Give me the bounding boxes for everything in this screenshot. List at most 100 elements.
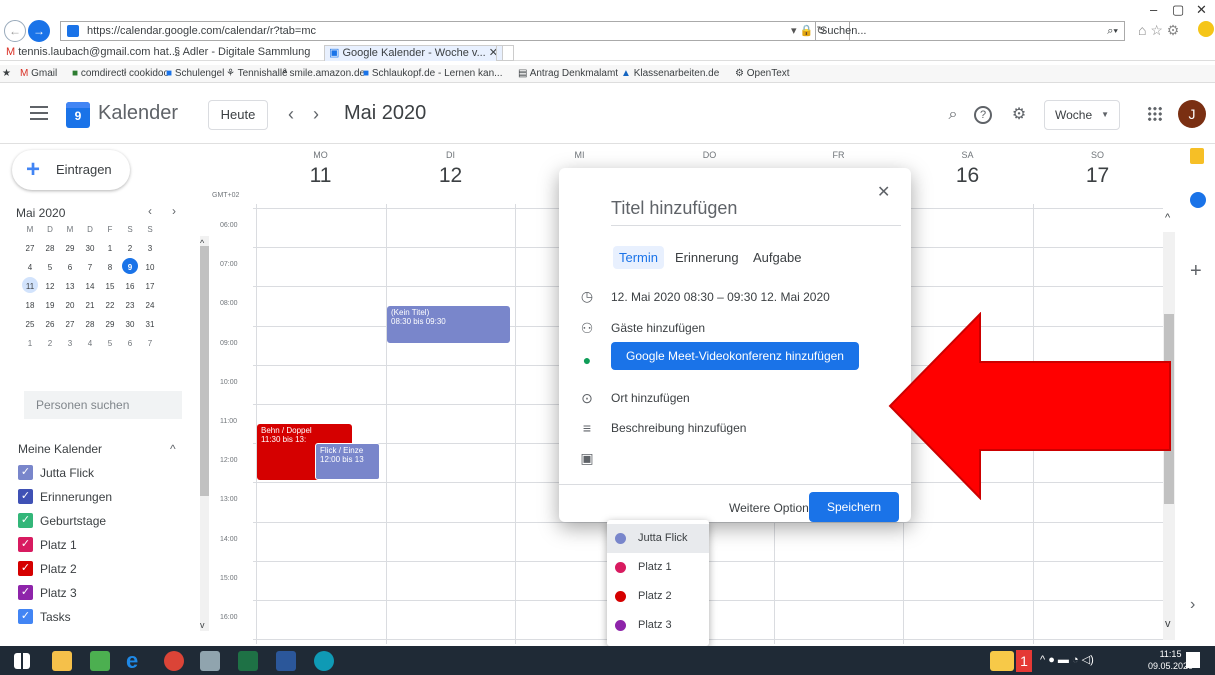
expand-panel-icon[interactable]: ›	[1190, 596, 1195, 614]
mini-next-icon[interactable]: ›	[172, 204, 176, 218]
calendar-list-item[interactable]: ✓ Geburtstage	[18, 512, 106, 530]
fav-comdirect[interactable]: ■ comdirect	[72, 65, 124, 83]
browser-search-input[interactable]: Suchen... ⌕▾	[815, 21, 1125, 41]
save-button[interactable]: Speichern	[809, 492, 899, 522]
mini-day[interactable]: 7	[140, 339, 160, 348]
add-description-field[interactable]: Beschreibung hinzufügen	[611, 421, 746, 435]
scroll-up-icon[interactable]: ^	[1165, 212, 1170, 224]
mini-day[interactable]: 16	[120, 282, 140, 291]
calendar-list-item[interactable]: ✓ Erinnerungen	[18, 488, 112, 506]
fav-schlaukopf[interactable]: ■ Schlaukopf.de - Lernen kan...	[363, 65, 502, 83]
mini-day[interactable]: 6	[120, 339, 140, 348]
notification-count[interactable]: 1	[1016, 650, 1032, 672]
tab-adler[interactable]: § Adler - Digitale Sammlung	[170, 45, 314, 61]
calendar-list-item[interactable]: ✓ Platz 1	[18, 536, 77, 554]
mini-day[interactable]: 29	[100, 320, 120, 329]
tray-icons[interactable]: ^ ● ▬ ◔ ◁)	[1040, 653, 1094, 666]
mini-day[interactable]: 12	[40, 282, 60, 291]
mini-day[interactable]: 22	[100, 301, 120, 310]
mini-day[interactable]: 30	[120, 320, 140, 329]
mini-day[interactable]: 2	[120, 244, 140, 253]
tab-erinnerung[interactable]: Erinnerung	[669, 246, 745, 269]
settings-gear-icon[interactable]: ⚙	[1008, 104, 1030, 126]
mini-day[interactable]: 19	[40, 301, 60, 310]
keep-icon[interactable]	[1190, 148, 1204, 164]
search-icon[interactable]: ⌕	[942, 104, 964, 126]
checkbox-checked-icon[interactable]: ✓	[18, 609, 33, 624]
add-addon-icon[interactable]: +	[1190, 260, 1202, 283]
scroll-down-icon[interactable]: v	[1165, 618, 1171, 630]
mini-day[interactable]: 1	[100, 244, 120, 253]
calendar-list-item[interactable]: ✓ Platz 3	[18, 584, 77, 602]
tab-google-calendar[interactable]: ▣ Google Kalender - Woche v... ✕	[324, 45, 504, 61]
chevron-up-icon[interactable]: ^	[170, 442, 176, 456]
main-menu-icon[interactable]	[30, 106, 48, 120]
tasks-icon[interactable]	[1190, 192, 1206, 208]
mini-day[interactable]: 20	[60, 301, 80, 310]
smiley-icon[interactable]	[1198, 21, 1214, 37]
mini-day[interactable]: 8	[100, 263, 120, 272]
checkbox-checked-icon[interactable]: ✓	[18, 513, 33, 528]
word-icon[interactable]	[276, 651, 296, 671]
tab-aufgabe[interactable]: Aufgabe	[747, 246, 807, 269]
day-number[interactable]: 17	[1068, 164, 1128, 188]
event-datetime[interactable]: 12. Mai 2020 08:30 – 09:30 12. Mai 2020	[611, 290, 830, 304]
forward-icon[interactable]: →	[28, 20, 50, 42]
mini-day[interactable]: 6	[60, 263, 80, 272]
taskbar-clock[interactable]: 11:15 09.05.2020	[1148, 648, 1193, 672]
mini-day[interactable]: 27	[60, 320, 80, 329]
mini-day[interactable]: 3	[140, 244, 160, 253]
checkbox-checked-icon[interactable]: ✓	[18, 537, 33, 552]
checkbox-checked-icon[interactable]: ✓	[18, 561, 33, 576]
app-green-icon[interactable]	[90, 651, 110, 671]
fav-gmail[interactable]: M Gmail	[20, 65, 57, 83]
fav-opentext[interactable]: ⚙ OpenText	[735, 65, 790, 83]
mail-icon[interactable]	[990, 651, 1014, 671]
mini-day[interactable]: 13	[60, 282, 80, 291]
scroll-up-icon[interactable]: ^	[200, 238, 204, 248]
mini-day[interactable]: 1	[20, 339, 40, 348]
create-button[interactable]: + Eintragen	[12, 150, 130, 190]
app-snip-icon[interactable]	[200, 651, 220, 671]
tab-gmail[interactable]: M tennis.laubach@gmail.com hat...	[2, 45, 182, 61]
mini-day[interactable]: 15	[100, 282, 120, 291]
close-window-button[interactable]: ✕	[1196, 2, 1207, 18]
mini-day[interactable]: 14	[80, 282, 100, 291]
mini-day[interactable]: 5	[40, 263, 60, 272]
start-windows-icon[interactable]	[14, 653, 30, 669]
people-search-input[interactable]: Personen suchen	[24, 391, 182, 419]
calendar-event[interactable]: Flick / Einze 12:00 bis 13	[315, 443, 380, 481]
fav-antrag[interactable]: ▤ Antrag Denkmalamt	[518, 65, 618, 83]
next-week-icon[interactable]: ›	[313, 104, 319, 125]
mini-day[interactable]: 3	[60, 339, 80, 348]
calendar-list-item[interactable]: ✓ Tasks	[18, 608, 71, 626]
meet-button[interactable]: Google Meet-Videokonferenz hinzufügen	[611, 342, 859, 370]
back-icon[interactable]: ←	[4, 20, 26, 42]
mini-day[interactable]: 7	[80, 263, 100, 272]
previous-week-icon[interactable]: ‹	[288, 104, 294, 125]
mini-day[interactable]: 31	[140, 320, 160, 329]
mini-day[interactable]: 29	[60, 244, 80, 253]
event-title-input[interactable]: Titel hinzufügen	[611, 198, 901, 226]
add-location-field[interactable]: Ort hinzufügen	[611, 391, 690, 405]
mini-day[interactable]: 5	[100, 339, 120, 348]
dropdown-option[interactable]: Platz 1	[607, 553, 709, 582]
dropdown-option[interactable]: Platz 2	[607, 582, 709, 611]
mini-day[interactable]: 30	[80, 244, 100, 253]
chrome-icon[interactable]	[164, 651, 184, 671]
dropdown-option[interactable]: Jutta Flick	[607, 524, 709, 553]
apps-grid-icon[interactable]	[1147, 106, 1163, 122]
mini-day[interactable]: 25	[20, 320, 40, 329]
excel-icon[interactable]	[238, 651, 258, 671]
checkbox-checked-icon[interactable]: ✓	[18, 585, 33, 600]
mini-day[interactable]: 10	[140, 263, 160, 272]
mini-day[interactable]: 27	[20, 244, 40, 253]
mini-day[interactable]: 4	[80, 339, 100, 348]
home-star-gear-icons[interactable]: ⌂ ☆ ⚙	[1138, 22, 1179, 39]
mini-day[interactable]: 17	[140, 282, 160, 291]
fav-schulengel[interactable]: ■ Schulengel	[166, 65, 224, 83]
sidebar-scroll-thumb[interactable]	[200, 246, 209, 496]
internet-explorer-icon[interactable]: e	[126, 650, 146, 672]
day-number[interactable]: 12	[421, 164, 481, 188]
mini-day[interactable]: 28	[40, 244, 60, 253]
